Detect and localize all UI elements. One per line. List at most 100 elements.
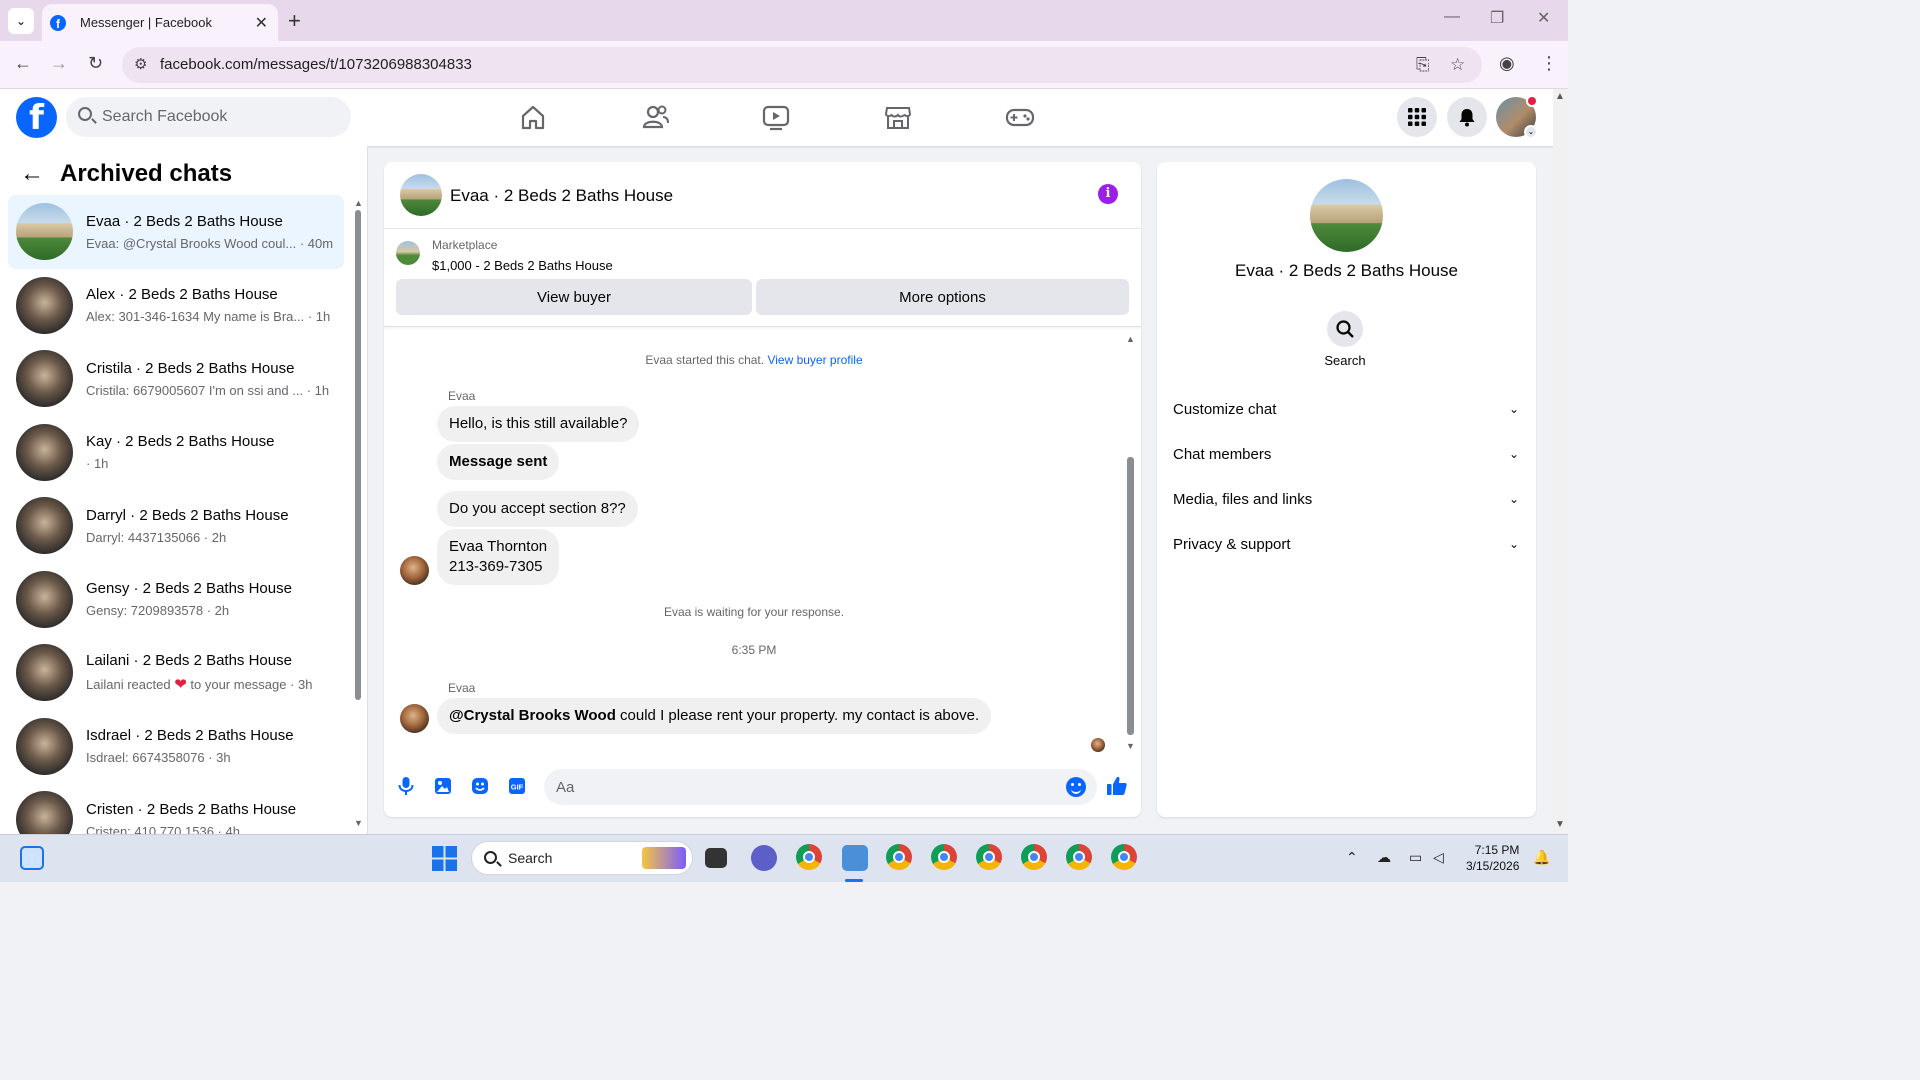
scroll-up-icon[interactable]: ▲ [1555,91,1565,102]
close-tab-icon[interactable]: ✕ [255,13,268,33]
chat-row-darryl[interactable]: Darryl · 2 Beds 2 Baths House Darryl: 44… [8,489,344,563]
privacy-support-section[interactable]: Privacy & support ⌄ [1173,526,1519,562]
chat-row-evaa[interactable]: Evaa · 2 Beds 2 Baths House Evaa: @Cryst… [8,195,344,269]
chat-row-lailani[interactable]: Lailani · 2 Beds 2 Baths House Lailani r… [8,636,344,710]
chat-list-scrollbar[interactable]: ▲ ▼ [354,198,363,828]
listing-title[interactable]: $1,000 - 2 Beds 2 Baths House [432,258,613,273]
taskbar-search[interactable]: Search [471,841,693,875]
teams-chat-icon[interactable] [751,845,777,871]
notification-dot [1526,95,1538,107]
chat-row-alex[interactable]: Alex · 2 Beds 2 Baths House Alex: 301-34… [8,269,344,343]
message-bubble[interactable]: Hello, is this still available? [437,406,640,442]
address-bar[interactable]: ⚙ facebook.com/messages/t/10732069883048… [122,47,1482,83]
home-icon[interactable] [517,101,549,133]
system-clock[interactable]: 7:15 PM 3/15/2026 [1466,842,1519,874]
chat-members-section[interactable]: Chat members ⌄ [1173,436,1519,472]
snipping-tool-icon[interactable] [842,845,868,871]
task-view-icon[interactable] [705,848,727,868]
gif-icon[interactable]: GIF [506,775,528,797]
message-bubble[interactable]: @Crystal Brooks Wood could I please rent… [437,698,992,734]
chrome-profile-icon[interactable] [931,844,957,870]
message-input-box[interactable] [544,769,1097,805]
page-scrollbar[interactable]: ▲ ▼ [1553,89,1568,834]
back-arrow-icon[interactable]: ← [20,160,44,188]
message-bubble[interactable]: Evaa Thornton 213-369-7305 [437,529,560,585]
watch-video-icon[interactable] [760,101,792,133]
scroll-down-icon[interactable]: ▼ [1126,741,1135,751]
customize-chat-section[interactable]: Customize chat ⌄ [1173,391,1519,427]
profile-icon[interactable]: ◉ [1499,53,1515,74]
cloud-offline-icon[interactable]: ☁ [1377,849,1391,866]
forward-icon[interactable]: → [50,53,68,74]
chat-row-cristen[interactable]: Cristen · 2 Beds 2 Baths House Cristen: … [8,783,344,834]
windows-start-icon[interactable] [432,846,457,871]
scrollbar-thumb[interactable] [355,210,361,700]
bookmark-star-icon[interactable]: ☆ [1450,55,1465,75]
chat-row-isdrael[interactable]: Isdrael · 2 Beds 2 Baths House Isdrael: … [8,710,344,784]
menu-grid-icon[interactable] [1397,97,1437,137]
tray-chevron-up-icon[interactable]: ⌃ [1346,849,1358,866]
site-info-icon[interactable]: ⚙ [134,55,147,73]
chat-row-gensy[interactable]: Gensy · 2 Beds 2 Baths House Gensy: 7209… [8,563,344,637]
microphone-icon[interactable] [395,775,417,797]
details-avatar[interactable] [1310,179,1383,252]
new-tab-button[interactable]: + [288,8,301,34]
scroll-up-icon[interactable]: ▲ [354,198,363,208]
account-avatar[interactable]: ⌄ [1496,95,1538,139]
chat-avatar [16,276,73,334]
notification-center-icon[interactable]: 🔔 [1533,849,1550,866]
facebook-search[interactable] [66,97,351,137]
chat-row-kay[interactable]: Kay · 2 Beds 2 Baths House · 1h [8,416,344,490]
sender-avatar[interactable] [400,556,429,585]
chrome-profile-icon[interactable] [976,844,1002,870]
minimize-icon[interactable]: — [1444,8,1460,26]
notifications-bell-icon[interactable] [1447,97,1487,137]
sender-avatar[interactable] [400,704,429,733]
chrome-profile-icon[interactable] [886,844,912,870]
message-input[interactable] [556,769,1056,805]
message-bubble[interactable]: Do you accept section 8?? [437,491,638,527]
chat-row-cristila[interactable]: Cristila · 2 Beds 2 Baths House Cristila… [8,342,344,416]
view-buyer-button[interactable]: View buyer [396,279,752,315]
chrome-menu-icon[interactable]: ⋮ [1540,53,1558,74]
chrome-profile-icon[interactable] [1111,844,1137,870]
chrome-profile-icon[interactable] [1066,844,1092,870]
view-buyer-profile-link[interactable]: View buyer profile [767,353,862,367]
scroll-down-icon[interactable]: ▼ [354,818,363,828]
conversation-title[interactable]: Evaa · 2 Beds 2 Baths House [450,186,673,206]
close-window-icon[interactable]: ✕ [1537,8,1550,28]
message-bubble[interactable]: Message sent [437,444,560,480]
tab-search-menu-button[interactable]: ⌄ [8,8,34,34]
sticker-icon[interactable] [469,775,491,797]
chrome-profile-icon[interactable] [1021,844,1047,870]
scroll-up-icon[interactable]: ▲ [1126,334,1135,344]
install-app-icon[interactable]: ⎘ [1416,55,1430,75]
marketplace-icon[interactable] [882,101,914,133]
info-icon[interactable]: i [1098,184,1118,204]
mention[interactable]: @Crystal Brooks Wood [449,707,616,724]
emoji-icon[interactable] [1066,777,1086,797]
chat-avatar [16,423,73,481]
widgets-icon[interactable] [20,846,44,870]
network-icon[interactable]: ▭ [1409,849,1422,866]
chrome-icon[interactable] [796,844,822,870]
friends-icon[interactable] [639,101,671,133]
conversation-avatar[interactable] [400,174,442,216]
reload-icon[interactable]: ↻ [88,53,103,74]
more-options-button[interactable]: More options [756,279,1129,315]
facebook-search-input[interactable] [102,97,342,137]
volume-icon[interactable]: ◁ [1433,849,1444,866]
scrollbar-thumb[interactable] [1127,457,1134,735]
facebook-logo-icon[interactable]: f [16,97,57,138]
url-text[interactable]: facebook.com/messages/t/1073206988304833 [160,56,472,73]
thumbs-up-icon[interactable] [1106,775,1128,797]
media-files-links-section[interactable]: Media, files and links ⌄ [1173,481,1519,517]
conversation-scrollbar[interactable]: ▲ ▼ [1126,334,1135,754]
browser-tab[interactable]: f Messenger | Facebook ✕ [42,4,278,41]
scroll-down-icon[interactable]: ▼ [1555,819,1565,830]
gaming-icon[interactable] [1004,101,1036,133]
restore-icon[interactable]: ❐ [1490,8,1504,28]
back-icon[interactable]: ← [14,53,32,74]
search-in-conversation-button[interactable] [1327,311,1363,347]
photo-icon[interactable] [432,775,454,797]
